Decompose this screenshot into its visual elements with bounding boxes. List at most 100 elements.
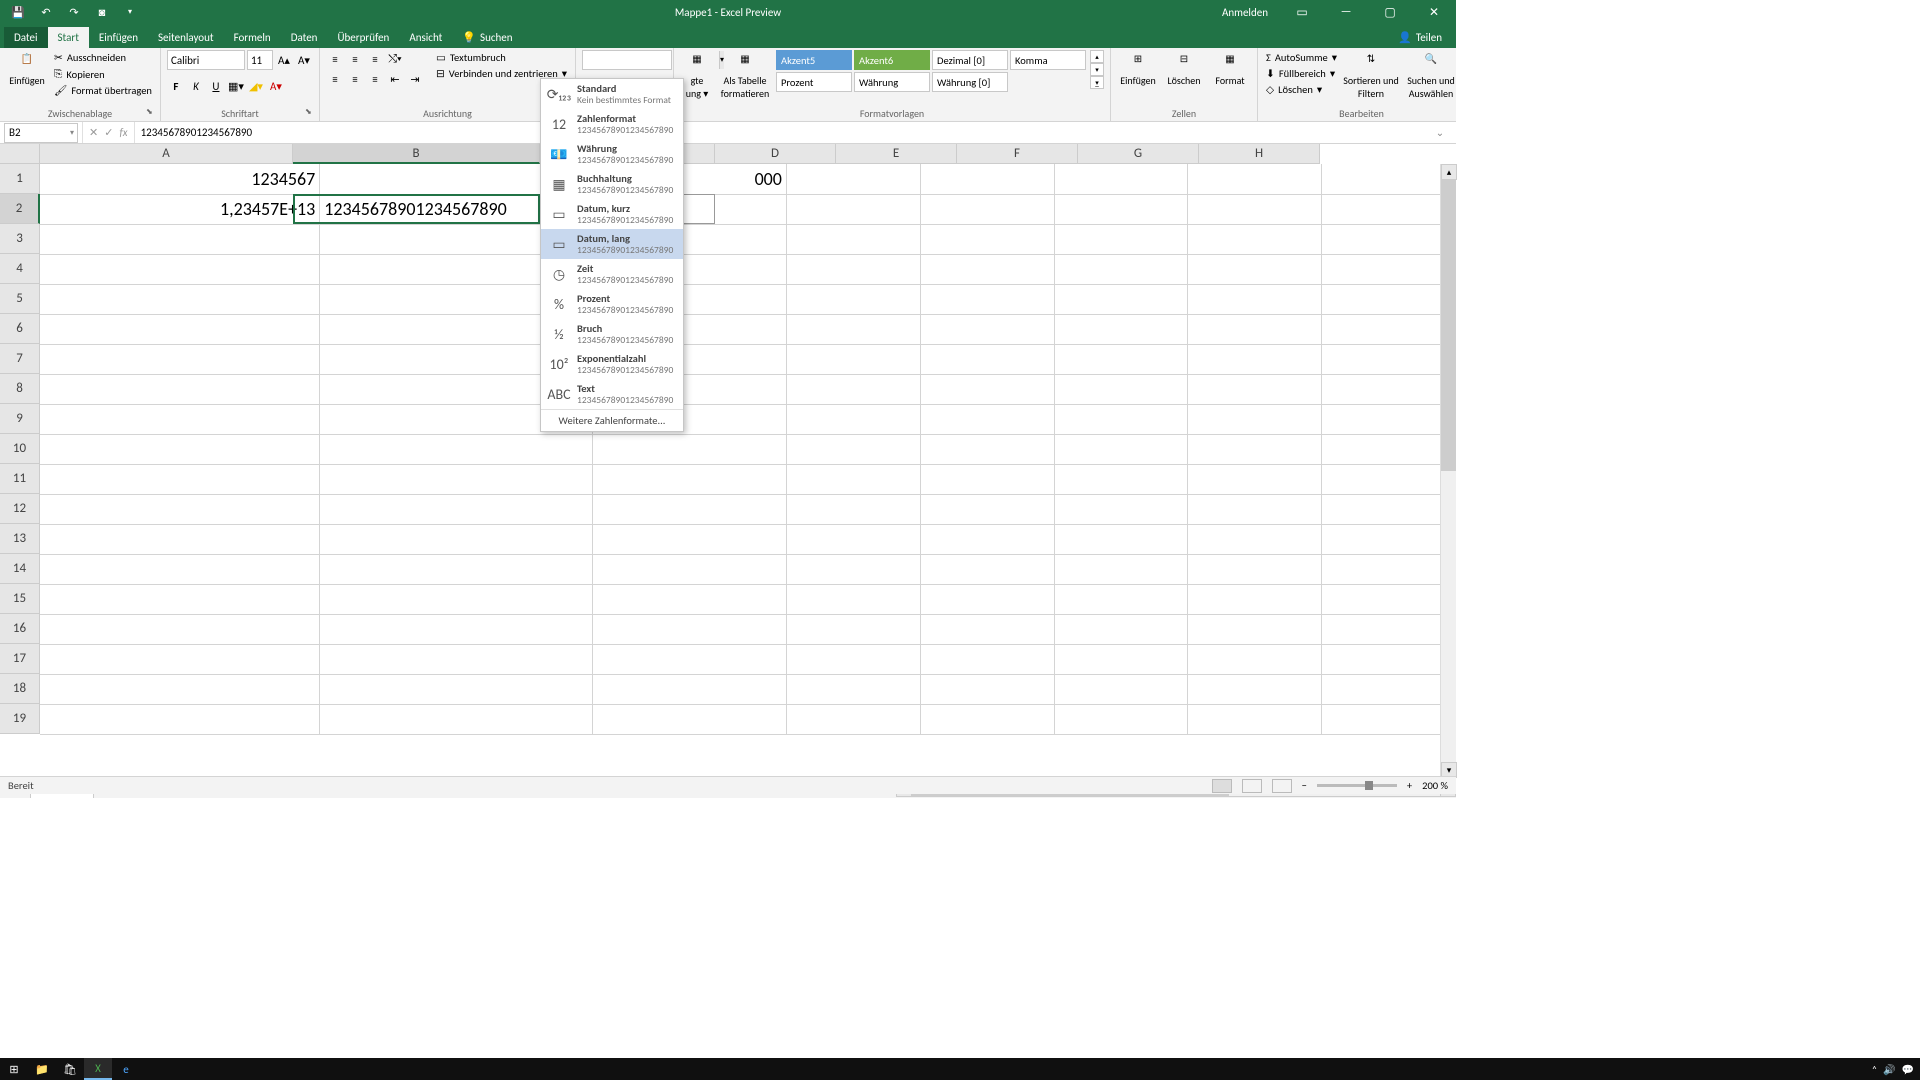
- cell-F4[interactable]: [1054, 254, 1188, 284]
- cell-E13[interactable]: [920, 524, 1054, 554]
- cell-G14[interactable]: [1188, 554, 1322, 584]
- taskbar-excel-icon[interactable]: X: [84, 1058, 112, 1080]
- cell-B10[interactable]: [320, 434, 593, 464]
- cell-G2[interactable]: [1188, 194, 1322, 224]
- cell-A1[interactable]: 1234567: [40, 164, 320, 194]
- find-select-button[interactable]: 🔍Suchen und Auswählen: [1403, 50, 1459, 107]
- view-page-break-button[interactable]: [1272, 779, 1292, 793]
- numfmt-item-text[interactable]: ABC Text 12345678901234567890: [541, 379, 683, 409]
- cell-C12[interactable]: [593, 494, 787, 524]
- row-header-16[interactable]: 16: [0, 614, 40, 644]
- indent-increase-icon[interactable]: ⇥: [406, 70, 424, 88]
- cell-E19[interactable]: [920, 704, 1054, 734]
- cell-G15[interactable]: [1188, 584, 1322, 614]
- row-header-1[interactable]: 1: [0, 164, 40, 194]
- align-right-icon[interactable]: ≡: [366, 70, 384, 88]
- cell-H11[interactable]: [1322, 464, 1456, 494]
- numfmt-item-bruch[interactable]: ½ Bruch 12345678901234567890: [541, 319, 683, 349]
- cell-E12[interactable]: [920, 494, 1054, 524]
- cell-G10[interactable]: [1188, 434, 1322, 464]
- cell-D17[interactable]: [786, 644, 920, 674]
- cell-C18[interactable]: [593, 674, 787, 704]
- zoom-slider[interactable]: [1317, 784, 1397, 787]
- cell-E17[interactable]: [920, 644, 1054, 674]
- cell-F2[interactable]: [1054, 194, 1188, 224]
- cell-A17[interactable]: [40, 644, 320, 674]
- row-header-5[interactable]: 5: [0, 284, 40, 314]
- cell-A7[interactable]: [40, 344, 320, 374]
- border-button[interactable]: ▦▾: [227, 77, 245, 95]
- cell-G6[interactable]: [1188, 314, 1322, 344]
- numfmt-more[interactable]: Weitere Zahlenformate...: [541, 409, 683, 431]
- style-komma[interactable]: Komma: [1010, 50, 1086, 70]
- style-waehrung[interactable]: Währung: [854, 72, 930, 92]
- cell-H10[interactable]: [1322, 434, 1456, 464]
- cell-A13[interactable]: [40, 524, 320, 554]
- cell-H6[interactable]: [1322, 314, 1456, 344]
- cell-F19[interactable]: [1054, 704, 1188, 734]
- cell-A3[interactable]: [40, 224, 320, 254]
- style-prozent[interactable]: Prozent: [776, 72, 852, 92]
- row-header-13[interactable]: 13: [0, 524, 40, 554]
- cell-H7[interactable]: [1322, 344, 1456, 374]
- numfmt-item-buchhaltung[interactable]: ▦ Buchhaltung 12345678901234567890: [541, 169, 683, 199]
- tray-notifications-icon[interactable]: 💬: [1902, 1063, 1914, 1076]
- font-color-button[interactable]: A▾: [267, 77, 285, 95]
- row-header-6[interactable]: 6: [0, 314, 40, 344]
- cell-D19[interactable]: [786, 704, 920, 734]
- format-cells-button[interactable]: ▦Format: [1209, 50, 1251, 107]
- style-akzent5[interactable]: Akzent5: [776, 50, 852, 70]
- tab-data[interactable]: Daten: [281, 27, 328, 48]
- cell-H2[interactable]: [1322, 194, 1456, 224]
- cell-D8[interactable]: [786, 374, 920, 404]
- cell-D11[interactable]: [786, 464, 920, 494]
- cell-C19[interactable]: [593, 704, 787, 734]
- cell-F17[interactable]: [1054, 644, 1188, 674]
- cell-F9[interactable]: [1054, 404, 1188, 434]
- style-expand[interactable]: ▾̲: [1090, 76, 1104, 89]
- undo-icon[interactable]: ↶: [38, 4, 54, 20]
- cell-G8[interactable]: [1188, 374, 1322, 404]
- insert-cells-button[interactable]: ⊞Einfügen: [1117, 50, 1159, 107]
- cell-D12[interactable]: [786, 494, 920, 524]
- cell-F18[interactable]: [1054, 674, 1188, 704]
- cell-B15[interactable]: [320, 584, 593, 614]
- cell-A11[interactable]: [40, 464, 320, 494]
- column-header-A[interactable]: A: [40, 144, 293, 164]
- cell-C17[interactable]: [593, 644, 787, 674]
- tab-start[interactable]: Start: [48, 27, 89, 48]
- cell-B11[interactable]: [320, 464, 593, 494]
- format-painter-button[interactable]: 🖌 Format übertragen: [52, 83, 154, 98]
- cell-H15[interactable]: [1322, 584, 1456, 614]
- cell-F16[interactable]: [1054, 614, 1188, 644]
- cancel-formula-icon[interactable]: ✕: [89, 126, 98, 139]
- cell-G17[interactable]: [1188, 644, 1322, 674]
- cell-H19[interactable]: [1322, 704, 1456, 734]
- cell-E4[interactable]: [920, 254, 1054, 284]
- row-header-3[interactable]: 3: [0, 224, 40, 254]
- namebox-dropdown-icon[interactable]: ▾: [70, 128, 77, 138]
- formulabar-expand-icon[interactable]: ⌄: [1432, 126, 1448, 139]
- cell-E2[interactable]: [920, 194, 1054, 224]
- cell-H12[interactable]: [1322, 494, 1456, 524]
- italic-button[interactable]: K: [187, 77, 205, 95]
- cell-E8[interactable]: [920, 374, 1054, 404]
- cell-A8[interactable]: [40, 374, 320, 404]
- cell-F7[interactable]: [1054, 344, 1188, 374]
- cell-A15[interactable]: [40, 584, 320, 614]
- cell-A2[interactable]: 1,23457E+13: [40, 194, 320, 224]
- number-format-selector[interactable]: ▾: [582, 50, 672, 70]
- save-icon[interactable]: 💾: [10, 4, 26, 20]
- cell-C13[interactable]: [593, 524, 787, 554]
- orientation-icon[interactable]: ⤭▾: [386, 50, 404, 68]
- row-header-9[interactable]: 9: [0, 404, 40, 434]
- numfmt-item-zahlenformat[interactable]: 12 Zahlenformat 12345678901234567890: [541, 109, 683, 139]
- cell-F12[interactable]: [1054, 494, 1188, 524]
- numfmt-item-standard[interactable]: ⟳₁₂₃ Standard Kein bestimmtes Format: [541, 79, 683, 109]
- cell-H17[interactable]: [1322, 644, 1456, 674]
- cell-G12[interactable]: [1188, 494, 1322, 524]
- cell-E18[interactable]: [920, 674, 1054, 704]
- column-header-B[interactable]: B: [293, 144, 540, 164]
- cell-E3[interactable]: [920, 224, 1054, 254]
- cell-G11[interactable]: [1188, 464, 1322, 494]
